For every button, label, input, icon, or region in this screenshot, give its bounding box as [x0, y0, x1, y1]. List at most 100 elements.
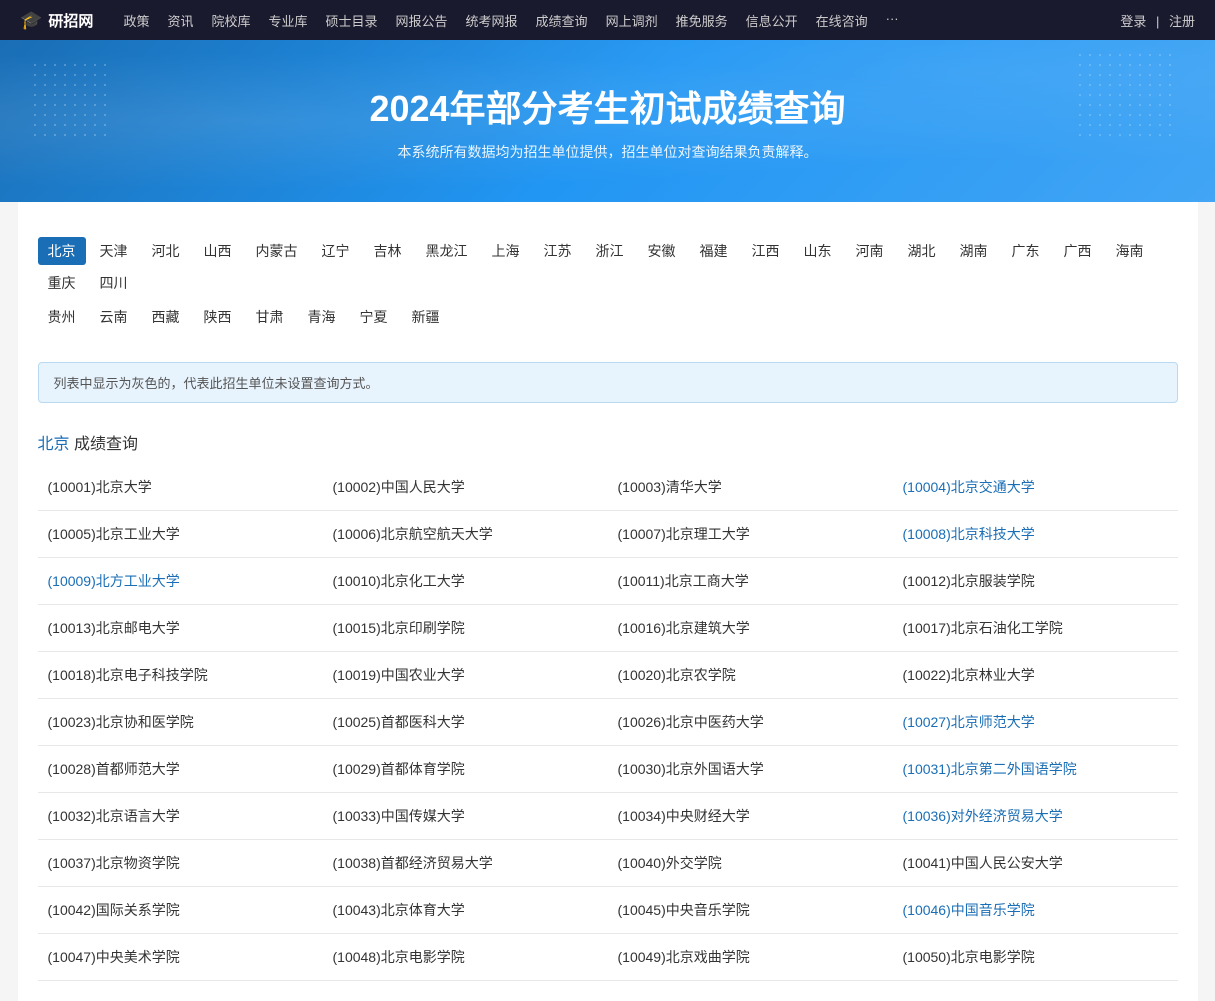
nav-link[interactable]: 信息公开: [746, 11, 798, 30]
university-cell[interactable]: (10031)北京第二外国语学院: [893, 746, 1178, 793]
university-cell[interactable]: (10036)对外经济贸易大学: [893, 793, 1178, 840]
university-cell: (10010)北京化工大学: [323, 558, 608, 605]
nav-link[interactable]: 在线咨询: [816, 11, 868, 30]
university-cell[interactable]: (10027)北京师范大学: [893, 699, 1178, 746]
province-tab[interactable]: 海南: [1106, 237, 1154, 265]
nav-link[interactable]: 政策: [123, 11, 149, 30]
province-tab[interactable]: 河北: [142, 237, 190, 265]
university-cell: (10049)北京戏曲学院: [608, 934, 893, 981]
university-cell: (10042)国际关系学院: [38, 887, 323, 934]
university-link[interactable]: (10027)北京师范大学: [903, 714, 1035, 730]
province-tab[interactable]: 四川: [90, 269, 138, 297]
province-tab[interactable]: 广东: [1002, 237, 1050, 265]
nav-link[interactable]: 成绩查询: [536, 11, 588, 30]
university-cell: (10047)中央美术学院: [38, 934, 323, 981]
register-link[interactable]: 注册: [1169, 14, 1195, 29]
university-cell: (10028)首都师范大学: [38, 746, 323, 793]
province-tab[interactable]: 新疆: [402, 303, 450, 331]
university-cell: (10002)中国人民大学: [323, 464, 608, 511]
nav-link[interactable]: ···: [886, 11, 899, 30]
university-table: (10001)北京大学(10002)中国人民大学(10003)清华大学(1000…: [38, 464, 1178, 981]
university-cell: (10048)北京电影学院: [323, 934, 608, 981]
province-tab[interactable]: 湖北: [898, 237, 946, 265]
province-tab[interactable]: 湖南: [950, 237, 998, 265]
nav-link[interactable]: 资讯: [167, 11, 193, 30]
province-tab[interactable]: 江苏: [534, 237, 582, 265]
university-cell: (10038)首都经济贸易大学: [323, 840, 608, 887]
province-tab[interactable]: 安徽: [638, 237, 686, 265]
university-cell[interactable]: (10004)北京交通大学: [893, 464, 1178, 511]
province-tab[interactable]: 江西: [742, 237, 790, 265]
section-title: 北京 成绩查询: [38, 418, 1178, 464]
university-cell: (10037)北京物资学院: [38, 840, 323, 887]
table-row: (10028)首都师范大学(10029)首都体育学院(10030)北京外国语大学…: [38, 746, 1178, 793]
hero-title: 2024年部分考生初试成绩查询: [369, 80, 845, 132]
university-cell: (10020)北京农学院: [608, 652, 893, 699]
navbar: 🎓 研招网 政策资讯院校库专业库硕士目录网报公告统考网报成绩查询网上调剂推免服务…: [0, 0, 1215, 40]
university-link[interactable]: (10046)中国音乐学院: [903, 902, 1035, 918]
university-cell: (10018)北京电子科技学院: [38, 652, 323, 699]
province-tab[interactable]: 浙江: [586, 237, 634, 265]
login-link[interactable]: 登录: [1120, 14, 1146, 29]
province-tab[interactable]: 重庆: [38, 269, 86, 297]
logo-text: 研招网: [48, 10, 93, 31]
nav-link[interactable]: 硕士目录: [326, 11, 378, 30]
table-row: (10047)中央美术学院(10048)北京电影学院(10049)北京戏曲学院(…: [38, 934, 1178, 981]
university-cell: (10050)北京电影学院: [893, 934, 1178, 981]
nav-link[interactable]: 专业库: [268, 11, 307, 30]
university-cell[interactable]: (10009)北方工业大学: [38, 558, 323, 605]
university-link[interactable]: (10031)北京第二外国语学院: [903, 761, 1077, 777]
nav-link[interactable]: 网上调剂: [606, 11, 658, 30]
province-tab[interactable]: 甘肃: [246, 303, 294, 331]
university-cell[interactable]: (10046)中国音乐学院: [893, 887, 1178, 934]
university-cell: (10015)北京印刷学院: [323, 605, 608, 652]
province-tab[interactable]: 广西: [1054, 237, 1102, 265]
university-cell: (10016)北京建筑大学: [608, 605, 893, 652]
province-tab[interactable]: 河南: [846, 237, 894, 265]
university-link[interactable]: (10036)对外经济贸易大学: [903, 808, 1063, 824]
province-tab[interactable]: 陕西: [194, 303, 242, 331]
university-cell: (10013)北京邮电大学: [38, 605, 323, 652]
province-tab[interactable]: 西藏: [142, 303, 190, 331]
university-cell: (10022)北京林业大学: [893, 652, 1178, 699]
hero-subtitle: 本系统所有数据均为招生单位提供，招生单位对查询结果负责解释。: [398, 142, 818, 162]
nav-link[interactable]: 统考网报: [466, 11, 518, 30]
table-row: (10009)北方工业大学 (10010)北京化工大学(10011)北京工商大学(…: [38, 558, 1178, 605]
province-tab[interactable]: 贵州: [38, 303, 86, 331]
nav-link[interactable]: 院校库: [211, 11, 250, 30]
nav-divider: |: [1156, 14, 1159, 29]
nav-link[interactable]: 网报公告: [396, 11, 448, 30]
province-tab[interactable]: 青海: [298, 303, 346, 331]
logo[interactable]: 🎓 研招网: [20, 10, 93, 31]
university-link[interactable]: (10008)北京科技大学: [903, 526, 1035, 542]
province-tabs: 北京天津河北山西内蒙古辽宁吉林黑龙江上海江苏浙江安徽福建江西山东河南湖北湖南广东…: [38, 222, 1178, 347]
province-tab[interactable]: 福建: [690, 237, 738, 265]
province-tab[interactable]: 山东: [794, 237, 842, 265]
province-tab[interactable]: 北京: [38, 237, 86, 265]
university-cell: (10012)北京服装学院: [893, 558, 1178, 605]
logo-icon: 🎓: [20, 10, 42, 31]
section-title-suffix: 成绩查询: [74, 436, 138, 453]
province-tab[interactable]: 内蒙古: [246, 237, 308, 265]
university-cell: (10011)北京工商大学: [608, 558, 893, 605]
nav-link[interactable]: 推免服务: [676, 11, 728, 30]
province-tab[interactable]: 山西: [194, 237, 242, 265]
province-tab[interactable]: 宁夏: [350, 303, 398, 331]
province-tab[interactable]: 上海: [482, 237, 530, 265]
university-link[interactable]: (10004)北京交通大学: [903, 479, 1035, 495]
province-tab[interactable]: 吉林: [364, 237, 412, 265]
info-text: 列表中显示为灰色的，代表此招生单位未设置查询方式。: [54, 376, 379, 391]
hero-dots-right: [1075, 50, 1175, 140]
university-link[interactable]: (10009)北方工业大学: [48, 573, 180, 589]
table-row: (10013)北京邮电大学(10015)北京印刷学院(10016)北京建筑大学(…: [38, 605, 1178, 652]
province-tab[interactable]: 辽宁: [312, 237, 360, 265]
province-tab[interactable]: 天津: [90, 237, 138, 265]
university-cell[interactable]: (10008)北京科技大学: [893, 511, 1178, 558]
province-tab[interactable]: 黑龙江: [416, 237, 478, 265]
university-cell: (10003)清华大学: [608, 464, 893, 511]
table-row: (10032)北京语言大学(10033)中国传媒大学(10034)中央财经大学(…: [38, 793, 1178, 840]
table-row: (10037)北京物资学院(10038)首都经济贸易大学(10040)外交学院(…: [38, 840, 1178, 887]
university-cell: (10023)北京协和医学院: [38, 699, 323, 746]
province-tab[interactable]: 云南: [90, 303, 138, 331]
university-cell: (10043)北京体育大学: [323, 887, 608, 934]
